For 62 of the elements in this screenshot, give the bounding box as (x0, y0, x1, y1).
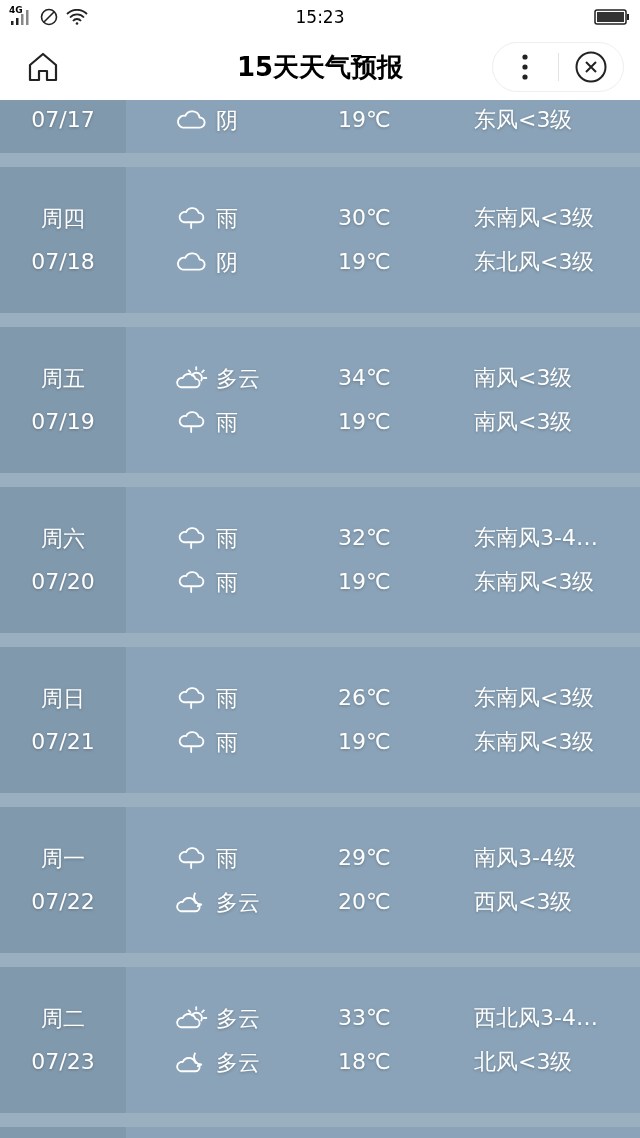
date-label: 07/23 (31, 1048, 95, 1076)
date-label: 07/18 (31, 248, 95, 276)
home-button[interactable] (27, 51, 59, 83)
page-title: 15天天气预报 (236, 51, 404, 82)
wind-label: 北风<3级 (474, 1048, 574, 1076)
wind-label: 南风<3级 (474, 364, 574, 392)
temperature: 18℃ (338, 1048, 392, 1076)
date-label: 07/22 (31, 888, 95, 916)
temperature: 30℃ (338, 204, 392, 232)
network-label: 4G (9, 5, 23, 15)
wind-label: 西北风3-4… (474, 1004, 599, 1032)
do-not-disturb-icon (40, 8, 58, 26)
wind-label: 南风<3级 (474, 408, 574, 436)
wind-label: 南风3-4级 (474, 844, 577, 872)
date-label: 07/17 (31, 106, 95, 134)
wind-label: 东南风<3级 (474, 204, 596, 232)
close-icon (574, 51, 607, 83)
temperature: 20℃ (338, 888, 392, 916)
wind-label: 东南风<3级 (474, 728, 596, 756)
weather-label: 雨 (216, 728, 238, 757)
date-label: 07/19 (31, 408, 95, 436)
clock-time: 15:23 (295, 7, 345, 27)
temperature: 26℃ (338, 684, 392, 712)
temperature: 33℃ (338, 1004, 392, 1032)
wind-label: 东南风<3级 (474, 568, 596, 596)
weather-label: 雨 (216, 524, 238, 553)
weekday-label: 周日 (41, 685, 85, 713)
weather-label: 雨 (216, 408, 238, 437)
temperature: 19℃ (338, 106, 392, 134)
weekday-label: 周一 (41, 845, 85, 873)
temperature: 32℃ (338, 524, 392, 552)
weather-label: 多云 (216, 888, 260, 917)
weather-label: 阴 (216, 248, 238, 277)
weekday-label: 周五 (41, 365, 85, 393)
temperature: 29℃ (338, 844, 392, 872)
weather-label: 多云 (216, 1048, 260, 1077)
weekday-label: 周四 (41, 205, 85, 233)
wind-label: 东北风<3级 (474, 248, 596, 276)
more-icon (522, 54, 529, 80)
date-label: 07/21 (31, 728, 95, 756)
wifi-icon (66, 9, 88, 25)
temperature: 34℃ (338, 364, 392, 392)
battery-icon (594, 9, 630, 25)
weekday-label: 周六 (41, 525, 85, 553)
temperature: 19℃ (338, 248, 392, 276)
wind-label: 东南风3-4… (474, 524, 599, 552)
weather-label: 雨 (216, 844, 238, 873)
wind-label: 东风<3级 (474, 106, 574, 134)
home-icon (27, 51, 59, 83)
date-label: 07/20 (31, 568, 95, 596)
weather-label: 多云 (216, 1004, 260, 1033)
weather-label: 雨 (216, 684, 238, 713)
wind-label: 东南风<3级 (474, 684, 596, 712)
temperature: 19℃ (338, 408, 392, 436)
weekday-label: 周二 (41, 1005, 85, 1033)
wind-label: 西风<3级 (474, 888, 574, 916)
weather-label: 雨 (216, 204, 238, 233)
weather-label: 雨 (216, 568, 238, 597)
weather-label: 阴 (216, 106, 238, 135)
temperature: 19℃ (338, 728, 392, 756)
weather-label: 多云 (216, 364, 260, 393)
temperature: 19℃ (338, 568, 392, 596)
